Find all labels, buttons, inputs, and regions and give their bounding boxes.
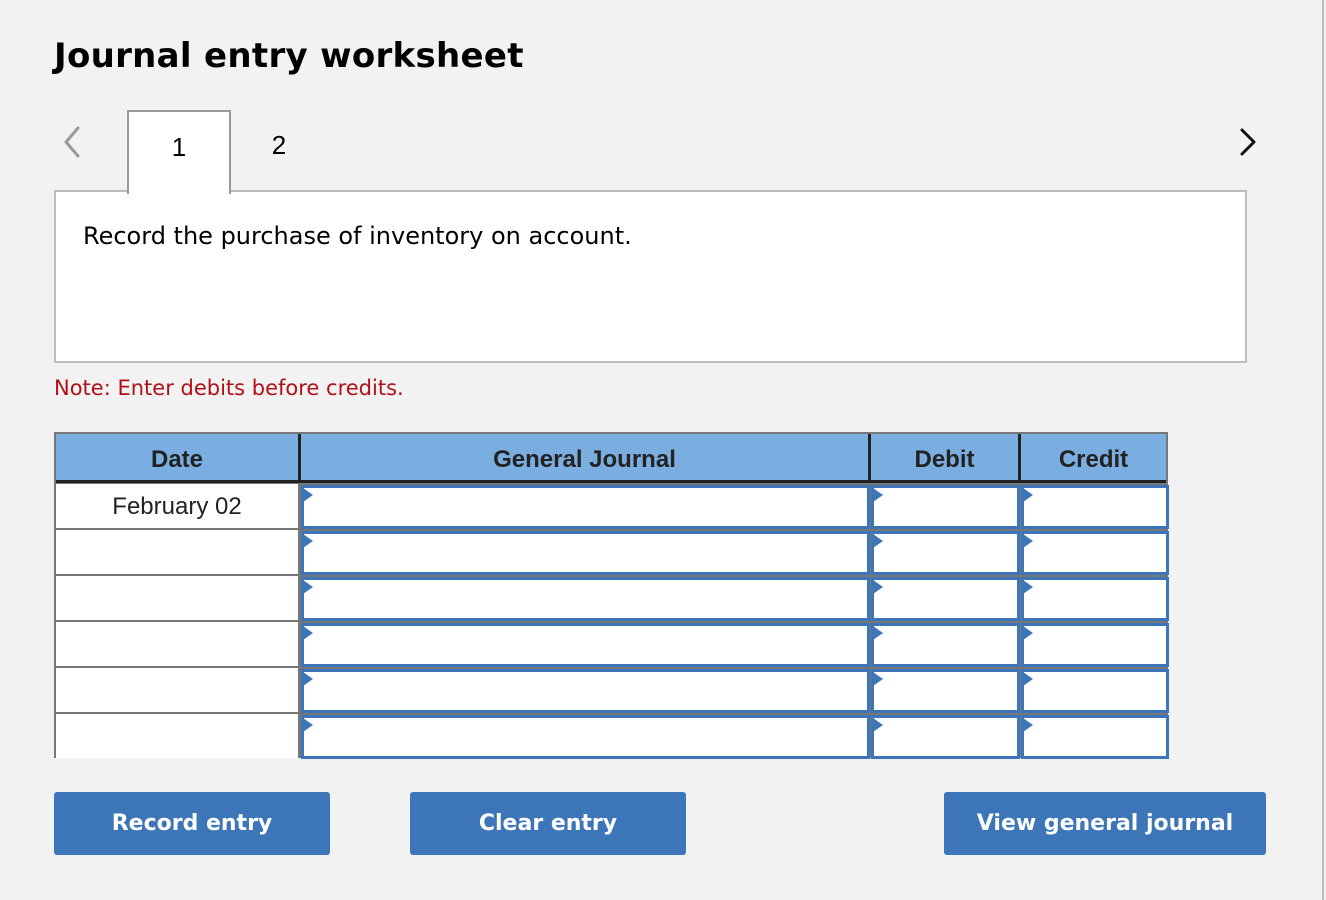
dropdown-flag-icon[interactable] (873, 488, 883, 502)
dropdown-flag-icon[interactable] (1023, 534, 1033, 548)
debit-input[interactable] (871, 623, 1020, 667)
dropdown-flag-icon[interactable] (1023, 488, 1033, 502)
date-cell (56, 714, 298, 758)
debit-input[interactable] (871, 577, 1020, 621)
credit-input[interactable] (1021, 623, 1169, 667)
dropdown-flag-icon[interactable] (1023, 626, 1033, 640)
clear-entry-button[interactable]: Clear entry (410, 792, 686, 855)
account-input[interactable] (301, 577, 870, 621)
date-cell (56, 576, 298, 620)
debit-input[interactable] (871, 485, 1020, 529)
tab-1-label: 1 (171, 132, 187, 162)
chevron-left-icon (64, 126, 80, 158)
dropdown-flag-icon[interactable] (1023, 580, 1033, 594)
dropdown-flag-icon[interactable] (873, 626, 883, 640)
account-input[interactable] (301, 485, 870, 529)
debit-input[interactable] (871, 669, 1020, 713)
dropdown-flag-icon[interactable] (873, 580, 883, 594)
dropdown-flag-icon[interactable] (873, 672, 883, 686)
dropdown-flag-icon[interactable] (303, 534, 313, 548)
debit-input[interactable] (871, 531, 1020, 575)
credit-input[interactable] (1021, 715, 1169, 759)
record-entry-button[interactable]: Record entry (54, 792, 330, 855)
credit-input[interactable] (1021, 669, 1169, 713)
credit-input[interactable] (1021, 577, 1169, 621)
dropdown-flag-icon[interactable] (303, 626, 313, 640)
page-title: Journal entry worksheet (54, 36, 524, 76)
dropdown-flag-icon[interactable] (303, 672, 313, 686)
account-input[interactable] (301, 715, 870, 759)
date-cell (56, 668, 298, 712)
tab-1[interactable]: 1 (127, 110, 231, 194)
view-general-journal-button[interactable]: View general journal (944, 792, 1266, 855)
account-input[interactable] (301, 669, 870, 713)
column-header-credit: Credit (1018, 434, 1166, 483)
date-cell (56, 530, 298, 574)
account-input[interactable] (301, 531, 870, 575)
column-header-date: Date (56, 434, 298, 483)
date-cell: February 02 (56, 484, 298, 528)
credit-input[interactable] (1021, 485, 1169, 529)
column-header-debit: Debit (868, 434, 1018, 483)
dropdown-flag-icon[interactable] (303, 580, 313, 594)
dropdown-flag-icon[interactable] (873, 534, 883, 548)
date-cell (56, 622, 298, 666)
previous-button[interactable] (58, 122, 88, 162)
column-header-general-journal: General Journal (298, 434, 868, 483)
dropdown-flag-icon[interactable] (1023, 718, 1033, 732)
tab-2-label: 2 (271, 130, 287, 160)
journal-table: Date General Journal Debit Credit Februa… (54, 432, 1169, 759)
prompt-box: Record the purchase of inventory on acco… (54, 190, 1247, 363)
chevron-right-icon (1240, 128, 1256, 156)
dropdown-flag-icon[interactable] (1023, 672, 1033, 686)
dropdown-flag-icon[interactable] (303, 718, 313, 732)
note-text: Note: Enter debits before credits. (54, 376, 404, 400)
next-button[interactable] (1232, 122, 1262, 162)
dropdown-flag-icon[interactable] (873, 718, 883, 732)
page-right-border (1322, 0, 1324, 900)
account-input[interactable] (301, 623, 870, 667)
dropdown-flag-icon[interactable] (303, 488, 313, 502)
prompt-text: Record the purchase of inventory on acco… (83, 222, 632, 250)
credit-input[interactable] (1021, 531, 1169, 575)
debit-input[interactable] (871, 715, 1020, 759)
tab-2[interactable]: 2 (229, 110, 329, 191)
